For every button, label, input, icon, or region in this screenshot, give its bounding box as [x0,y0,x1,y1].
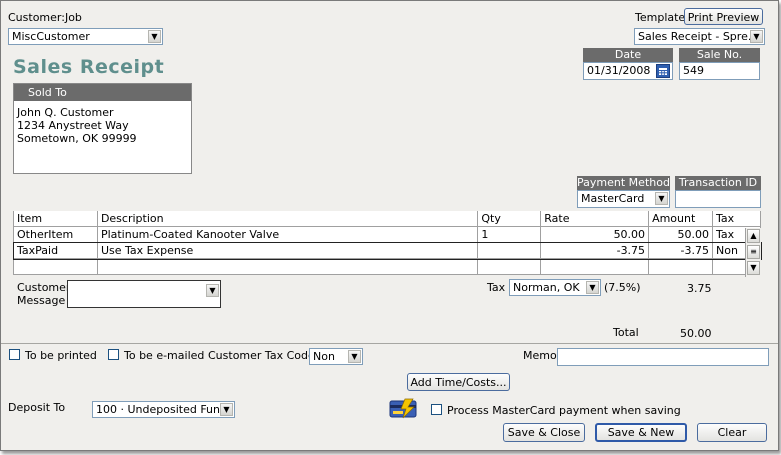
customer-message-label-1: Customer [17,281,71,294]
customer-tax-code-label: Customer Tax Code [208,349,315,362]
chevron-down-icon[interactable]: ▼ [655,192,668,205]
cell-rate[interactable]: 50.00 [540,226,650,243]
customer-message-dropdown[interactable]: ▼ [67,280,221,308]
sale-no-label: Sale No. [679,48,760,62]
sold-to-line-1: John Q. Customer [17,106,114,119]
cell-amount[interactable] [648,258,714,275]
customer-tax-code-value: Non [313,350,335,363]
column-header-description: Description [96,211,479,227]
table-row[interactable]: TaxPaid Use Tax Expense -3.75 -3.75 Non [12,241,762,260]
line-items-table: Item Description Qty Rate Amount Tax Oth… [12,211,762,275]
sold-to-line-2: 1234 Anystreet Way [17,119,129,132]
tax-amount: 3.75 [687,282,712,295]
template-value: Sales Receipt - Spre... [638,30,759,43]
save-close-button[interactable]: Save & Close [503,423,585,442]
customer-job-label: Customer:Job [8,11,82,24]
chevron-down-icon[interactable]: ▼ [750,30,763,43]
cell-rate[interactable]: -3.75 [540,242,650,259]
cell-rate[interactable] [540,258,650,275]
cell-description[interactable]: Platinum-Coated Kanooter Valve [96,226,479,243]
sold-to-label: Sold To [14,84,191,101]
cell-item[interactable]: OtherItem [13,226,98,243]
table-row[interactable] [13,258,761,275]
column-header-qty: Qty [477,211,542,227]
cell-item[interactable] [13,258,98,275]
customer-job-value: MiscCustomer [12,30,90,43]
sold-to-box[interactable]: Sold To John Q. Customer 1234 Anystreet … [13,83,192,174]
credit-card-process-icon[interactable] [389,397,421,422]
deposit-to-value: 100 · Undeposited Funds [96,403,233,416]
process-payment-label: Process MasterCard payment when saving [447,404,681,417]
template-label: Template [635,11,686,24]
sale-no-field[interactable]: 549 [679,62,760,80]
column-header-amount: Amount [648,211,714,227]
print-preview-button[interactable]: Print Preview [684,8,763,25]
add-time-costs-button[interactable]: Add Time/Costs... [407,373,510,391]
memo-field[interactable] [557,348,769,366]
table-scrollbar[interactable]: ▲ ≡ ▼ [745,228,761,277]
sale-no-value: 549 [683,64,704,77]
tax-rate: (7.5%) [604,281,641,294]
cell-amount[interactable]: -3.75 [648,242,714,259]
date-label: Date [583,48,673,62]
scroll-down-icon[interactable]: ▼ [747,261,760,275]
chevron-down-icon[interactable]: ▼ [148,30,161,43]
cell-amount[interactable]: 50.00 [648,226,714,243]
date-field[interactable]: 01/31/2008 [583,62,673,80]
to-be-emailed-label: To be e-mailed [124,349,205,362]
payment-method-label: Payment Method [577,176,670,190]
payment-method-value: MasterCard [581,192,645,205]
clear-button[interactable]: Clear [697,423,767,442]
to-be-printed-checkbox[interactable] [9,349,20,360]
sales-receipt-window: Customer:Job MiscCustomer ▼ Template Pri… [0,0,779,451]
column-header-tax: Tax [712,211,761,227]
transaction-id-label: Transaction ID [675,176,761,190]
table-header-row: Item Description Qty Rate Amount Tax [13,211,761,227]
date-value: 01/31/2008 [587,64,651,77]
transaction-id-field[interactable] [675,190,761,208]
divider [1,343,778,344]
cell-qty[interactable] [477,242,542,259]
cell-qty[interactable]: 1 [477,226,542,243]
deposit-to-dropdown[interactable]: 100 · Undeposited Funds ▼ [92,401,235,418]
cell-description[interactable]: Use Tax Expense [96,242,479,259]
sold-to-line-3: Sometown, OK 99999 [17,132,137,145]
cell-description[interactable] [96,258,479,275]
memo-label: Memo [523,349,557,362]
customer-job-dropdown[interactable]: MiscCustomer ▼ [8,28,163,45]
save-new-button[interactable]: Save & New [595,423,687,442]
chevron-down-icon[interactable]: ▼ [586,281,599,294]
tax-item-dropdown[interactable]: Norman, OK ▼ [509,279,601,296]
column-header-rate: Rate [540,211,650,227]
total-value: 50.00 [680,327,712,340]
scroll-up-icon[interactable]: ▲ [747,229,760,243]
tax-label: Tax [487,281,506,294]
total-label: Total [613,326,639,339]
customer-tax-code-dropdown[interactable]: Non ▼ [309,348,363,365]
deposit-to-label: Deposit To [8,401,66,414]
customer-message-label-2: Message [17,294,66,307]
calendar-icon[interactable] [656,64,670,78]
to-be-emailed-checkbox[interactable] [108,349,119,360]
form-title: Sales Receipt [13,56,165,78]
payment-method-dropdown[interactable]: MasterCard ▼ [577,190,670,208]
chevron-down-icon[interactable]: ▼ [220,403,233,416]
process-payment-checkbox[interactable] [431,404,442,415]
chevron-down-icon[interactable]: ▼ [206,284,219,297]
table-row[interactable]: OtherItem Platinum-Coated Kanooter Valve… [13,226,761,243]
template-dropdown[interactable]: Sales Receipt - Spre... ▼ [634,28,765,45]
cell-item[interactable]: TaxPaid [13,242,98,259]
column-header-item: Item [13,211,98,227]
scroll-thumb[interactable]: ≡ [747,245,760,259]
tax-item-value: Norman, OK [513,281,580,294]
to-be-printed-label: To be printed [25,349,97,362]
cell-qty[interactable] [477,258,542,275]
chevron-down-icon[interactable]: ▼ [348,350,361,363]
